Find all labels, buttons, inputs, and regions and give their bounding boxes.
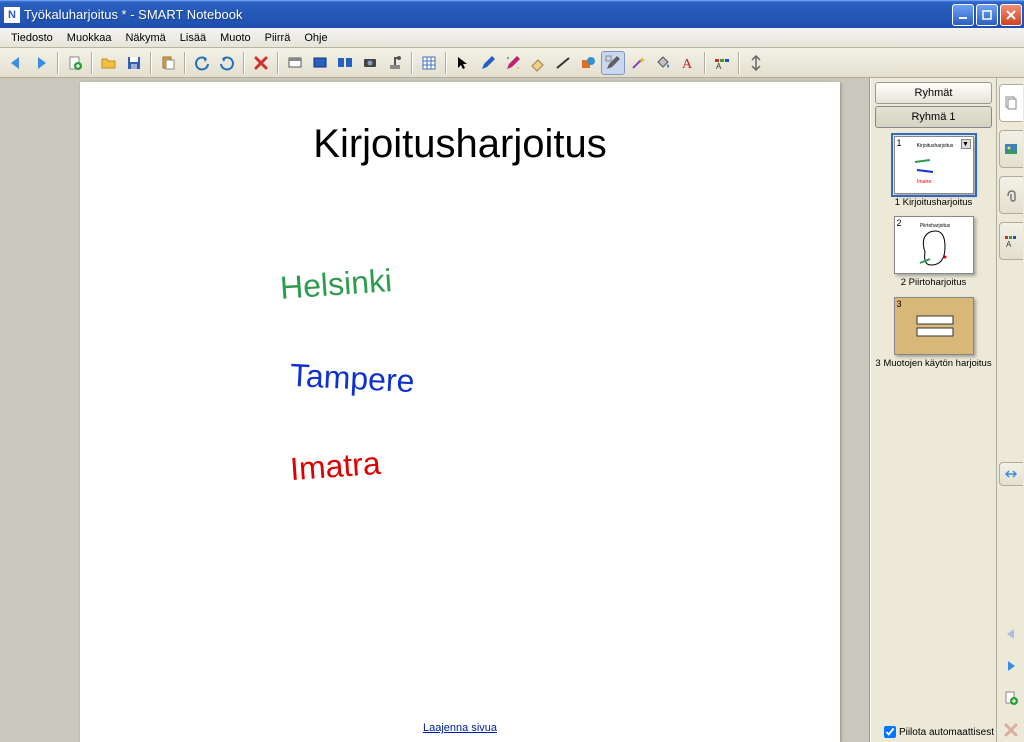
thumbnail-3[interactable]: 3	[894, 297, 974, 355]
tab-gallery[interactable]	[999, 130, 1023, 168]
text-tampere[interactable]: Tampere	[289, 357, 415, 400]
text-imatra[interactable]: Imatra	[289, 445, 382, 488]
open-button[interactable]	[97, 51, 121, 75]
document-camera-button[interactable]	[383, 51, 407, 75]
line-button[interactable]	[551, 51, 575, 75]
page-heading[interactable]: Kirjoitusharjoitus	[313, 122, 606, 167]
svg-text:Piirtoharjoitus: Piirtoharjoitus	[919, 223, 950, 229]
app-icon: N	[4, 7, 20, 23]
toolbar: A A	[0, 48, 1024, 78]
fullscreen-button[interactable]	[308, 51, 332, 75]
svg-text:A: A	[716, 62, 722, 71]
page-sorter-panel: Ryhmät Ryhmä 1 1 Kirjoitusharjoitus Imat…	[870, 78, 996, 742]
add-page-side-icon[interactable]	[999, 686, 1023, 710]
creative-pen-button[interactable]	[501, 51, 525, 75]
autohide-checkbox[interactable]: Piilota automaattisest	[884, 726, 994, 738]
autohide-check-input[interactable]	[884, 726, 896, 738]
table-button[interactable]	[417, 51, 441, 75]
tab-page-sorter[interactable]	[999, 84, 1023, 122]
group1-button[interactable]: Ryhmä 1	[875, 106, 992, 128]
tab-attachments[interactable]	[999, 176, 1023, 214]
tab-properties[interactable]: A	[999, 222, 1023, 260]
thumb-3-label: 3 Muotojen käytön harjoitus	[875, 359, 991, 369]
menu-piirra[interactable]: Piirrä	[258, 30, 298, 46]
svg-text:Imatra: Imatra	[917, 179, 931, 185]
undo-button[interactable]	[190, 51, 214, 75]
eraser-button[interactable]	[526, 51, 550, 75]
text-helsinki[interactable]: Helsinki	[279, 262, 393, 307]
dual-page-button[interactable]	[333, 51, 357, 75]
thumb-2-label: 2 Piirtoharjoitus	[901, 278, 966, 288]
thumb-2-preview: Piirtoharjoitus	[895, 217, 975, 275]
save-button[interactable]	[122, 51, 146, 75]
shapes-button[interactable]	[576, 51, 600, 75]
window-title: Työkaluharjoitus * - SMART Notebook	[24, 7, 952, 22]
properties-button[interactable]: A	[710, 51, 734, 75]
close-button[interactable]	[1000, 4, 1022, 26]
canvas-container[interactable]: Kirjoitusharjoitus Helsinki Tampere Imat…	[0, 78, 870, 742]
menu-ohje[interactable]: Ohje	[297, 30, 334, 46]
add-page-button[interactable]	[63, 51, 87, 75]
text-button[interactable]: A	[676, 51, 700, 75]
minimize-button[interactable]	[952, 4, 974, 26]
menu-tiedosto[interactable]: Tiedosto	[4, 30, 60, 46]
maximize-button[interactable]	[976, 4, 998, 26]
next-page-arrow-icon[interactable]	[999, 654, 1023, 678]
delete-button[interactable]	[249, 51, 273, 75]
thumbnail-1[interactable]: 1 Kirjoitusharjoitus Imatra ▼	[894, 136, 974, 194]
magic-pen-button[interactable]	[626, 51, 650, 75]
groups-button[interactable]: Ryhmät	[875, 82, 992, 104]
page[interactable]: Kirjoitusharjoitus Helsinki Tampere Imat…	[80, 82, 840, 742]
thumbnail-2[interactable]: 2 Piirtoharjoitus	[894, 216, 974, 274]
capture-button[interactable]	[358, 51, 382, 75]
screen-shade-button[interactable]	[283, 51, 307, 75]
select-button[interactable]	[451, 51, 475, 75]
svg-text:Kirjoitusharjoitus: Kirjoitusharjoitus	[916, 143, 953, 149]
svg-text:A: A	[1006, 240, 1012, 249]
svg-text:A: A	[682, 57, 693, 72]
autohide-arrow-icon[interactable]	[999, 462, 1023, 486]
thumb-2-block: 2 Piirtoharjoitus 2 Piirtoharjoitus	[875, 216, 992, 288]
delete-page-side-icon[interactable]	[999, 718, 1023, 742]
thumb-1-label: 1 Kirjoitusharjoitus	[895, 198, 973, 208]
extend-page-link[interactable]: Laajenna sivua	[423, 722, 497, 734]
thumb-menu-icon[interactable]: ▼	[961, 139, 971, 149]
shape-pen-button[interactable]	[601, 51, 625, 75]
prev-page-button[interactable]	[4, 51, 28, 75]
menu-muoto[interactable]: Muoto	[213, 30, 258, 46]
next-page-button[interactable]	[29, 51, 53, 75]
menu-nakyma[interactable]: Näkymä	[118, 30, 172, 46]
workarea: Kirjoitusharjoitus Helsinki Tampere Imat…	[0, 78, 1024, 742]
menu-lisaa[interactable]: Lisää	[173, 30, 213, 46]
thumb-3-block: 3 3 Muotojen käytön harjoitus	[875, 297, 992, 369]
right-tabs: A	[996, 78, 1024, 742]
fill-button[interactable]	[651, 51, 675, 75]
thumb-1-block: 1 Kirjoitusharjoitus Imatra ▼ 1 Kirjoitu…	[875, 136, 992, 208]
redo-button[interactable]	[215, 51, 239, 75]
prev-page-arrow-icon[interactable]	[999, 622, 1023, 646]
thumb-3-preview	[895, 298, 975, 356]
menu-muokkaa[interactable]: Muokkaa	[60, 30, 119, 46]
pen-button[interactable]	[476, 51, 500, 75]
titlebar: N Työkaluharjoitus * - SMART Notebook	[0, 0, 1024, 28]
menubar: Tiedosto Muokkaa Näkymä Lisää Muoto Piir…	[0, 28, 1024, 48]
paste-button[interactable]	[156, 51, 180, 75]
move-toolbar-button[interactable]	[744, 51, 768, 75]
